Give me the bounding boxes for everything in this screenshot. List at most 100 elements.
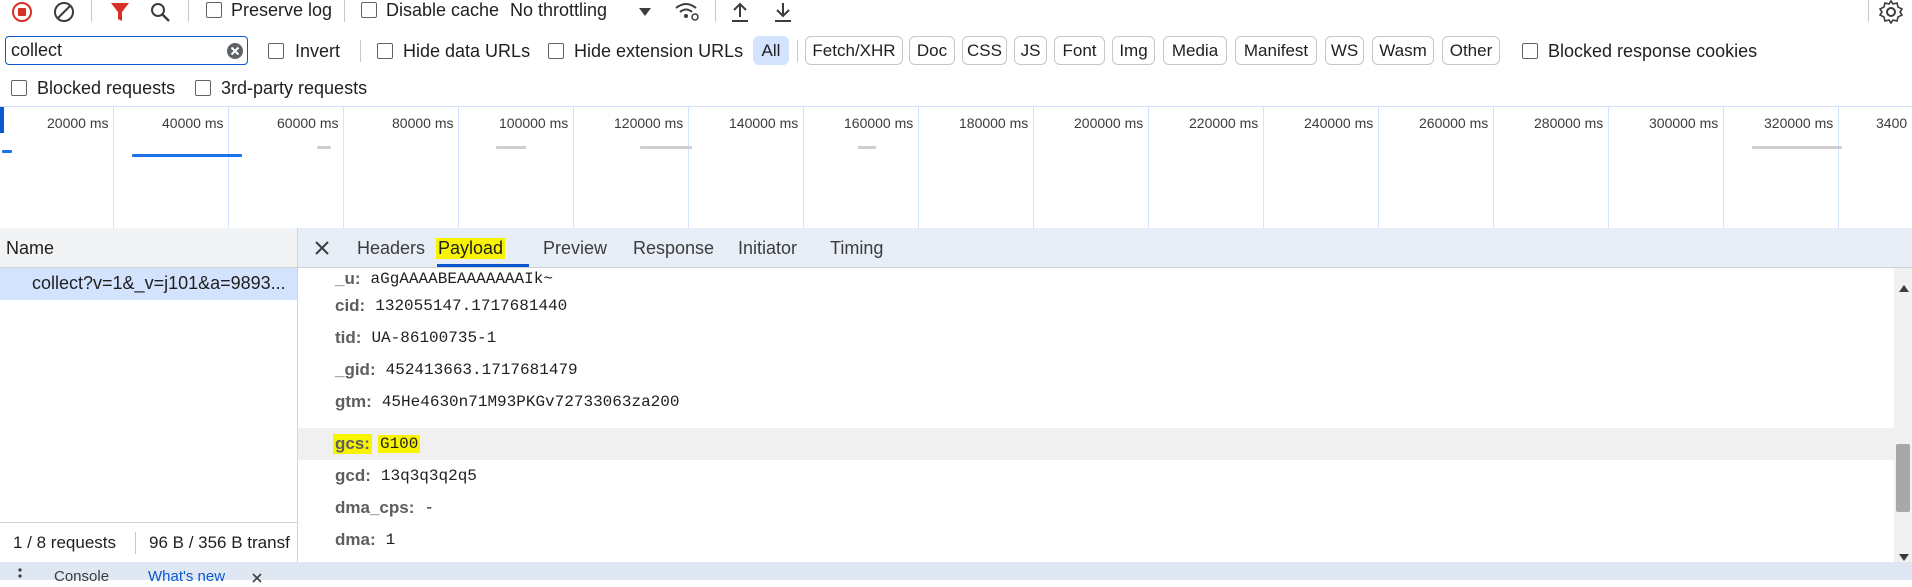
drawer-tab-bar: Console What's new (0, 562, 1912, 585)
preserve-log-checkbox[interactable] (206, 2, 222, 18)
request-list-pane: Name collect?v=1&_v=j101&a=9893... 1 / 8… (0, 228, 298, 562)
download-har-icon[interactable] (771, 0, 795, 24)
param-value: 1 (385, 531, 396, 549)
separator (1868, 0, 1869, 22)
tab-headers[interactable]: Headers (357, 228, 425, 268)
type-filter-doc[interactable]: Doc (909, 36, 955, 65)
param-row[interactable]: gtm: 45He4630n71M93PKGv72733063za200 (298, 386, 1894, 418)
timeline-request-bar (317, 146, 331, 149)
blocked-response-cookies-checkbox[interactable] (1522, 43, 1538, 59)
dropdown-arrow-icon[interactable] (636, 0, 654, 24)
tab-preview[interactable]: Preview (543, 228, 607, 268)
tab-timing[interactable]: Timing (830, 228, 883, 268)
search-icon[interactable] (148, 0, 172, 24)
disable-cache-checkbox[interactable] (361, 2, 377, 18)
tab-response[interactable]: Response (633, 228, 714, 268)
param-row[interactable]: tid: UA-86100735-1 (298, 322, 1894, 354)
request-row[interactable]: collect?v=1&_v=j101&a=9893... (0, 268, 297, 300)
filter-input-box[interactable]: collect (5, 36, 248, 65)
settings-gear-icon[interactable] (1878, 0, 1904, 24)
close-detail-icon[interactable] (312, 238, 332, 258)
param-value: 45He4630n71M93PKGv72733063za200 (381, 393, 680, 411)
drawer-tab-console[interactable]: Console (54, 568, 109, 585)
param-value: 132055147.1717681440 (375, 297, 568, 315)
filter-input[interactable]: collect (11, 40, 62, 61)
drawer-menu-icon[interactable] (18, 566, 22, 580)
separator (715, 0, 716, 22)
network-conditions-icon[interactable] (674, 0, 700, 24)
invert-checkbox[interactable] (268, 43, 284, 59)
param-row[interactable]: cid: 132055147.1717681440 (298, 290, 1894, 322)
separator (797, 40, 798, 62)
type-filter-img[interactable]: Img (1112, 36, 1155, 65)
hide-data-urls-checkbox[interactable] (377, 43, 393, 59)
tab-initiator[interactable]: Initiator (738, 228, 797, 268)
timeline-tick-label: 60000 ms (277, 115, 339, 131)
scroll-up-arrow-icon[interactable] (1899, 276, 1909, 297)
type-filter-ws[interactable]: WS (1325, 36, 1364, 65)
type-filter-other[interactable]: Other (1442, 36, 1500, 65)
separator (135, 532, 136, 554)
timeline-gridline (1378, 107, 1379, 229)
scrollbar-thumb[interactable] (1896, 444, 1910, 512)
param-value: G100 (377, 435, 421, 453)
hide-extension-urls-label: Hide extension URLs (574, 41, 744, 61)
payload-scrollbar[interactable] (1894, 268, 1912, 562)
third-party-requests-checkbox[interactable] (195, 80, 211, 96)
timeline-gridline (343, 107, 344, 229)
active-tab-indicator (437, 264, 529, 267)
param-value: 13q3q3q2q5 (380, 467, 477, 485)
param-value: UA-86100735-1 (371, 329, 497, 347)
upload-har-icon[interactable] (728, 0, 752, 24)
throttling-select[interactable]: No throttling (510, 0, 607, 21)
param-row[interactable]: gcd: 13q3q3q2q5 (298, 460, 1894, 492)
param-row[interactable]: dma: 1 (298, 524, 1894, 556)
timeline-tick-label: 280000 ms (1534, 115, 1604, 131)
blocked-response-cookies-label: Blocked response cookies (1548, 41, 1758, 61)
request-name[interactable]: collect?v=1&_v=j101&a=9893... (32, 273, 286, 294)
param-row-selected[interactable]: gcs: G100 (298, 428, 1894, 460)
param-key: dma_cps: (335, 498, 415, 517)
timeline-gridline (458, 107, 459, 229)
detail-tab-bar: Headers Payload Preview Response Initiat… (298, 228, 1912, 268)
type-filter-wasm[interactable]: Wasm (1372, 36, 1434, 65)
clear-icon[interactable] (52, 0, 76, 24)
param-row[interactable]: dma_cps: - (298, 492, 1894, 524)
type-filter-font[interactable]: Font (1054, 36, 1105, 65)
timeline-selection-handle[interactable] (0, 107, 4, 133)
type-filter-media[interactable]: Media (1163, 36, 1227, 65)
tab-payload[interactable]: Payload (436, 228, 506, 268)
name-column-label: Name (6, 238, 55, 258)
type-filter-js[interactable]: JS (1014, 36, 1047, 65)
timeline-gridline (1723, 107, 1724, 229)
param-key: cid: (335, 296, 366, 315)
close-drawer-tab-icon[interactable] (252, 570, 262, 587)
drawer-tab-whats-new[interactable]: What's new (148, 568, 225, 585)
stop-recording-icon[interactable] (10, 0, 34, 24)
param-value: aGgAAAABEAAAAAAAIk~ (370, 270, 553, 288)
type-filter-css[interactable]: CSS (962, 36, 1007, 65)
timeline-tick-label: 180000 ms (959, 115, 1029, 131)
type-filter-manifest[interactable]: Manifest (1235, 36, 1317, 65)
timeline-tick-label: 240000 ms (1304, 115, 1374, 131)
param-key: gcs: (333, 434, 372, 454)
timeline-tick-label: 140000 ms (729, 115, 799, 131)
network-overview-timeline[interactable]: 20000 ms 40000 ms 60000 ms 80000 ms 1000… (0, 106, 1912, 229)
timeline-tick-label: 220000 ms (1189, 115, 1259, 131)
type-filter-fetch-xhr[interactable]: Fetch/XHR (805, 36, 903, 65)
timeline-gridline (918, 107, 919, 229)
timeline-tick-label: 320000 ms (1764, 115, 1834, 131)
timeline-request-bar (2, 150, 12, 153)
network-status-bar: 1 / 8 requests 96 B / 356 B transf (0, 522, 297, 562)
param-row[interactable]: _gid: 452413663.1717681479 (298, 354, 1894, 386)
hide-extension-urls-checkbox[interactable] (548, 43, 564, 59)
filter-icon[interactable] (108, 0, 132, 24)
preserve-log-label: Preserve log (231, 0, 333, 20)
param-value: 452413663.1717681479 (385, 361, 578, 379)
blocked-requests-checkbox[interactable] (11, 80, 27, 96)
type-filter-all[interactable]: All (753, 36, 789, 65)
separator (344, 0, 345, 22)
clear-filter-icon[interactable] (226, 42, 244, 60)
network-toolbar: Preserve log Disable cache No throttling (0, 0, 1912, 24)
name-column-header[interactable]: Name (0, 228, 297, 268)
